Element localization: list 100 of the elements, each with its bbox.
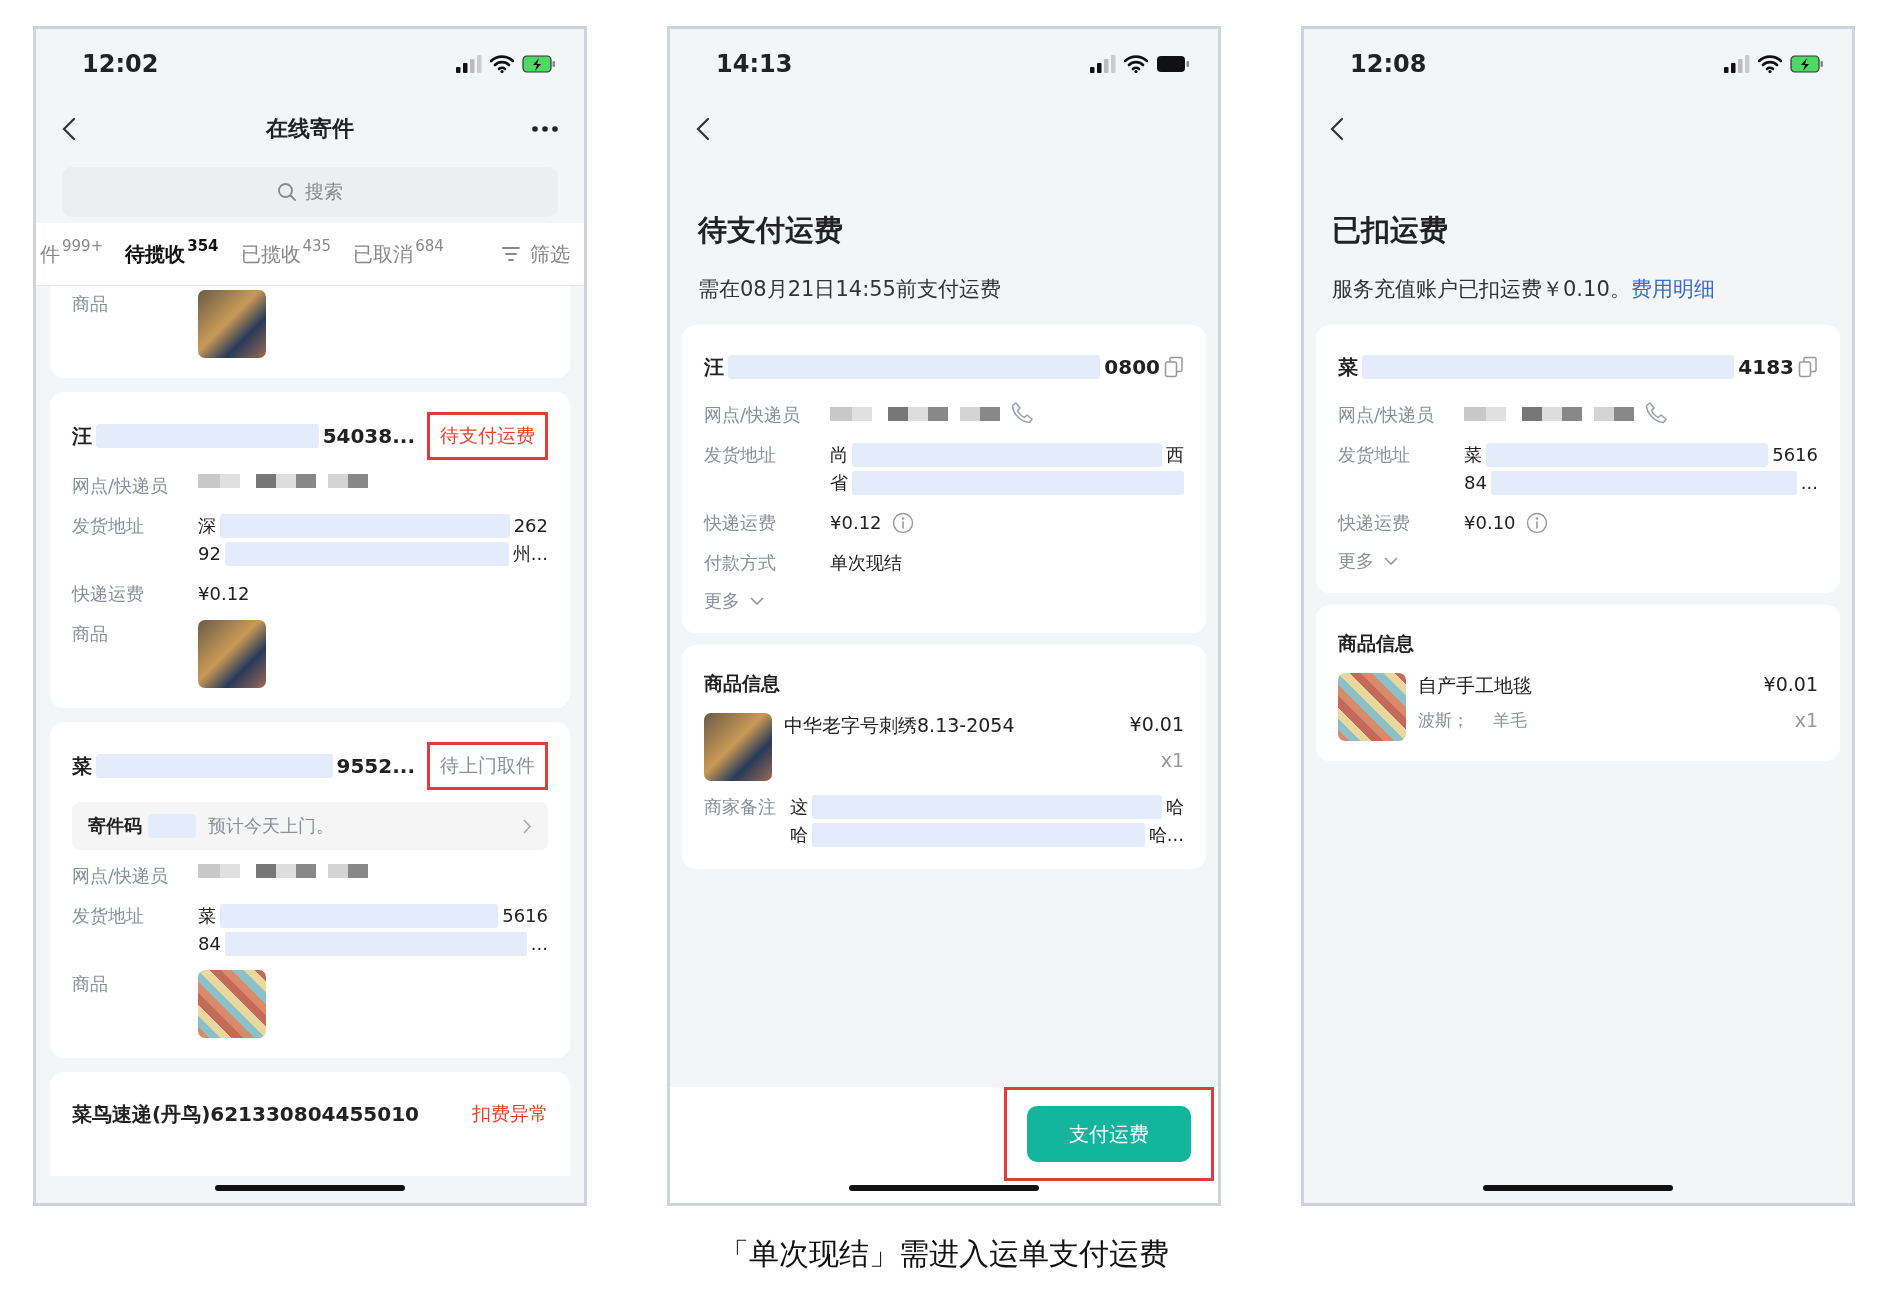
pickup-code-label: 寄件码 — [88, 814, 142, 838]
field-value: ¥0.12 — [198, 582, 250, 606]
photo-placeholder — [1338, 673, 1406, 741]
goods-quantity: x1 — [1159, 749, 1184, 773]
field-label: 网点/快递员 — [72, 474, 170, 498]
page-title: 在线寄件 — [266, 116, 354, 141]
status-time: 12:08 — [1350, 50, 1428, 78]
search-field[interactable]: 搜索 — [62, 167, 558, 217]
photo-placeholder — [198, 290, 266, 358]
goods-name: 中华老字号刺绣8.13-2054 — [784, 713, 1016, 738]
signal-icon — [1090, 55, 1116, 73]
address-text: 哈 — [790, 823, 808, 847]
status-label: 扣费异常 — [472, 1102, 548, 1124]
status-time: 14:13 — [716, 50, 794, 78]
waybill-number: 9552... — [336, 754, 415, 778]
address-text: ... — [1800, 471, 1818, 495]
goods-spec: 羊毛 — [1493, 708, 1527, 732]
field-label: 发货地址 — [72, 514, 145, 538]
wifi-icon — [1758, 55, 1782, 73]
order-card[interactable]: 菜 9552... 待上门取件 寄件码 预计今天上门。 网点/快递员 发货地址 菜 5616 84 ... 商品 — [50, 722, 570, 1058]
signal-icon — [1724, 55, 1750, 73]
photo-placeholder — [198, 970, 266, 1038]
waybill-number: 菜 — [1338, 353, 1358, 381]
waybill-number: 菜鸟速递(丹鸟)621330804455010 — [72, 1100, 420, 1128]
address-text: 菜 — [1464, 443, 1482, 467]
address-text: 州... — [512, 542, 548, 566]
more-icon[interactable] — [532, 126, 558, 132]
pay-button[interactable]: 支付运费 — [1027, 1106, 1191, 1162]
field-label: 网点/快递员 — [1338, 403, 1436, 427]
back-icon[interactable] — [1330, 117, 1344, 141]
pickup-code-bar[interactable]: 寄件码 预计今天上门。 — [72, 802, 548, 850]
info-icon[interactable] — [1525, 512, 1548, 534]
chevron-down-icon — [1384, 556, 1398, 566]
copy-icon[interactable] — [1164, 356, 1184, 378]
field-label: 网点/快递员 — [72, 864, 170, 888]
address-text: 84 — [1464, 471, 1487, 495]
status-label: 待支付运费 — [440, 424, 535, 446]
address-text: 深 — [198, 514, 216, 538]
field-value: 单次现结 — [830, 551, 902, 575]
photo-placeholder — [198, 620, 266, 688]
address-text: 84 — [198, 932, 221, 956]
goods-price: ¥0.01 — [1763, 673, 1818, 697]
waybill-number: 0800 — [1104, 355, 1160, 379]
chevron-down-icon — [750, 596, 764, 606]
fee-detail-link[interactable]: 费用明细 — [1630, 277, 1715, 301]
field-label: 发货地址 — [72, 904, 145, 928]
field-label: 付款方式 — [704, 551, 777, 575]
filter-button[interactable]: 筛选 — [502, 240, 570, 268]
back-icon[interactable] — [62, 117, 76, 141]
waybill-number: 4183 — [1738, 355, 1794, 379]
info-icon[interactable] — [891, 512, 914, 534]
phone-icon[interactable] — [1644, 401, 1668, 425]
waybill-number: 汪 — [704, 353, 724, 381]
field-value: ¥0.10 — [1464, 511, 1516, 535]
address-text: 5616 — [502, 904, 548, 928]
field-label: 快递运费 — [704, 511, 777, 535]
field-label: 快递运费 — [72, 582, 145, 606]
order-card[interactable]: 菜鸟速递(丹鸟)621330804455010 扣费异常 — [50, 1072, 570, 1176]
address-text: 哈... — [1148, 823, 1184, 847]
chevron-right-icon — [523, 818, 532, 834]
field-label: 商家备注 — [704, 795, 777, 819]
field-label: 商品 — [72, 292, 109, 316]
section-title: 商品信息 — [704, 671, 781, 696]
address-text: ... — [530, 932, 548, 956]
figure-caption: 「单次现结」需进入运单支付运费 — [719, 1236, 1169, 1271]
goods-price: ¥0.01 — [1129, 713, 1184, 737]
deadline-text: 需在08月21日14:55前支付运费 — [698, 277, 1001, 301]
section-title: 商品信息 — [1338, 631, 1415, 656]
waybill-number: 54038... — [322, 424, 415, 448]
wifi-icon — [490, 55, 514, 73]
phone-icon[interactable] — [1010, 401, 1034, 425]
deadline-text: 服务充值账户已扣运费￥0.10。费用明细 — [1332, 277, 1715, 301]
address-text: 西 — [1166, 443, 1184, 467]
address-text: 这 — [790, 795, 808, 819]
signal-icon — [456, 55, 482, 73]
order-card[interactable]: 汪 54038... 待支付运费 网点/快递员 发货地址 深 262 92 州... 快递运费 ¥0.12 商品 — [50, 392, 570, 708]
address-text: 尚 — [830, 443, 848, 467]
field-label: 发货地址 — [704, 443, 777, 467]
field-label: 发货地址 — [1338, 443, 1411, 467]
address-text: 262 — [513, 514, 548, 538]
order-card[interactable]: 商品 — [50, 286, 570, 378]
copy-icon[interactable] — [1798, 356, 1818, 378]
goods-spec: 波斯； — [1418, 708, 1469, 732]
goods-quantity: x1 — [1793, 708, 1818, 733]
address-text: 5616 — [1772, 443, 1818, 467]
pickup-note: 预计今天上门。 — [208, 814, 334, 838]
field-label: 商品 — [72, 622, 109, 646]
field-label: 商品 — [72, 972, 109, 996]
field-label: 网点/快递员 — [704, 403, 802, 427]
filter-icon — [502, 247, 520, 261]
address-text: 哈 — [1166, 795, 1184, 819]
waybill-number: 汪 — [72, 422, 92, 450]
status-time: 12:02 — [82, 50, 160, 78]
address-text: 92 — [198, 542, 221, 566]
address-text: 省 — [830, 471, 848, 495]
more-toggle[interactable]: 更多 — [704, 589, 764, 613]
page-heading: 已扣运费 — [1332, 213, 1448, 247]
back-icon[interactable] — [696, 117, 710, 141]
photo-placeholder — [704, 713, 772, 781]
more-toggle[interactable]: 更多 — [1338, 549, 1398, 573]
